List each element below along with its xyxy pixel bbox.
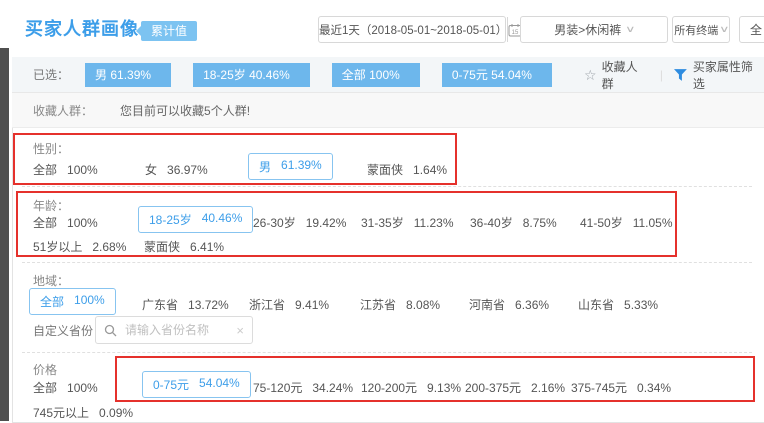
- page-title: 买家人群画像: [25, 15, 139, 41]
- age-option-masked[interactable]: 蒙面侠6.41%: [144, 238, 224, 255]
- selected-tags: 男 61.39% 18-25岁 40.46% 全部 100% 0-75元 54.…: [85, 63, 552, 87]
- region-option-all-selected[interactable]: 全部100%: [29, 288, 116, 315]
- gender-option-male-selected[interactable]: 男61.39%: [248, 153, 333, 180]
- region-option-jiangsu[interactable]: 江苏省8.08%: [360, 296, 440, 313]
- buyer-attribute-filter-label: 买家属性筛选: [693, 58, 764, 92]
- chevron-down-icon: ∨: [625, 24, 636, 35]
- region-option-guangdong[interactable]: 广东省13.72%: [142, 296, 229, 313]
- terminal-dropdown[interactable]: 所有终端 ∨: [672, 16, 730, 43]
- favorite-audiences-row: 收藏人群： 您目前可以收藏5个人群!: [12, 93, 764, 128]
- selected-tag-region[interactable]: 全部 100%: [332, 63, 420, 87]
- selected-tag-gender[interactable]: 男 61.39%: [85, 63, 171, 87]
- favorite-audience-label: 收藏人群: [602, 58, 649, 92]
- age-option-all[interactable]: 全部100%: [33, 214, 98, 231]
- terminal-label: 所有终端: [674, 22, 718, 38]
- gender-option-masked[interactable]: 蒙面侠1.64%: [367, 161, 447, 178]
- gender-option-female[interactable]: 女36.97%: [145, 161, 208, 178]
- category-label: 男装>休闲裤: [554, 21, 621, 38]
- chevron-down-icon: ∨: [719, 24, 730, 35]
- age-option-18-25-selected[interactable]: 18-25岁40.46%: [138, 206, 253, 233]
- region-section-label: 地域：: [33, 272, 69, 289]
- province-search-box: ×: [95, 316, 253, 344]
- age-option-41-50[interactable]: 41-50岁11.05%: [580, 214, 673, 231]
- custom-province-label: 自定义省份: [33, 322, 93, 339]
- date-range-label: 最近1天（2018-05-01~2018-05-01）: [319, 22, 507, 38]
- province-search-input[interactable]: [123, 322, 230, 338]
- price-option-375-745[interactable]: 375-745元0.34%: [571, 379, 671, 396]
- search-icon: [104, 324, 117, 337]
- region-option-henan[interactable]: 河南省6.36%: [469, 296, 549, 313]
- price-option-0-75-selected[interactable]: 0-75元54.04%: [142, 371, 251, 398]
- region-option-zhejiang[interactable]: 浙江省9.41%: [249, 296, 329, 313]
- price-option-120-200[interactable]: 120-200元9.13%: [361, 379, 461, 396]
- more-label: 全: [750, 21, 762, 38]
- date-range-picker[interactable]: 最近1天（2018-05-01~2018-05-01） 15: [318, 16, 506, 43]
- age-option-31-35[interactable]: 31-35岁11.23%: [361, 214, 454, 231]
- clear-icon[interactable]: ×: [236, 323, 244, 338]
- sidebar-edge-strip[interactable]: [0, 48, 9, 421]
- selected-bar-actions: ☆ 收藏人群 | 买家属性筛选: [584, 64, 764, 86]
- gender-option-all[interactable]: 全部100%: [33, 161, 98, 178]
- star-icon: ☆: [584, 67, 597, 84]
- selected-tag-price[interactable]: 0-75元 54.04%: [442, 63, 552, 87]
- cumulative-value-badge: 累计值: [141, 21, 197, 41]
- section-divider: [22, 352, 752, 353]
- age-option-26-30[interactable]: 26-30岁19.42%: [253, 214, 346, 231]
- vertical-divider: |: [660, 68, 663, 82]
- section-divider: [22, 186, 752, 187]
- price-option-200-375[interactable]: 200-375元2.16%: [465, 379, 565, 396]
- funnel-icon: [674, 69, 687, 81]
- selected-tag-age[interactable]: 18-25岁 40.46%: [193, 63, 310, 87]
- gender-section-label: 性别：: [33, 140, 69, 157]
- favorite-audience-button[interactable]: ☆ 收藏人群: [584, 58, 649, 92]
- page: 买家人群画像 累计值 最近1天（2018-05-01~2018-05-01） 1…: [0, 0, 764, 421]
- age-option-51-plus[interactable]: 51岁以上2.68%: [33, 238, 126, 255]
- category-dropdown[interactable]: 男装>休闲裤 ∨: [520, 16, 668, 43]
- price-option-all[interactable]: 全部100%: [33, 379, 98, 396]
- age-option-36-40[interactable]: 36-40岁8.75%: [470, 214, 557, 231]
- price-section-label: 价格: [33, 361, 57, 378]
- more-dropdown-partial[interactable]: 全: [739, 16, 764, 43]
- price-option-75-120[interactable]: 75-120元34.24%: [253, 379, 353, 396]
- svg-text:15: 15: [512, 30, 519, 36]
- selected-label: 已选：: [33, 66, 69, 83]
- price-option-745-plus[interactable]: 745元以上0.09%: [33, 404, 133, 421]
- favorite-row-label: 收藏人群：: [33, 102, 93, 119]
- section-divider: [22, 262, 752, 263]
- age-section-label: 年龄：: [33, 197, 69, 214]
- favorite-row-message: 您目前可以收藏5个人群!: [120, 102, 250, 119]
- region-option-shandong[interactable]: 山东省5.33%: [578, 296, 658, 313]
- buyer-attribute-filter-button[interactable]: 买家属性筛选: [674, 58, 764, 92]
